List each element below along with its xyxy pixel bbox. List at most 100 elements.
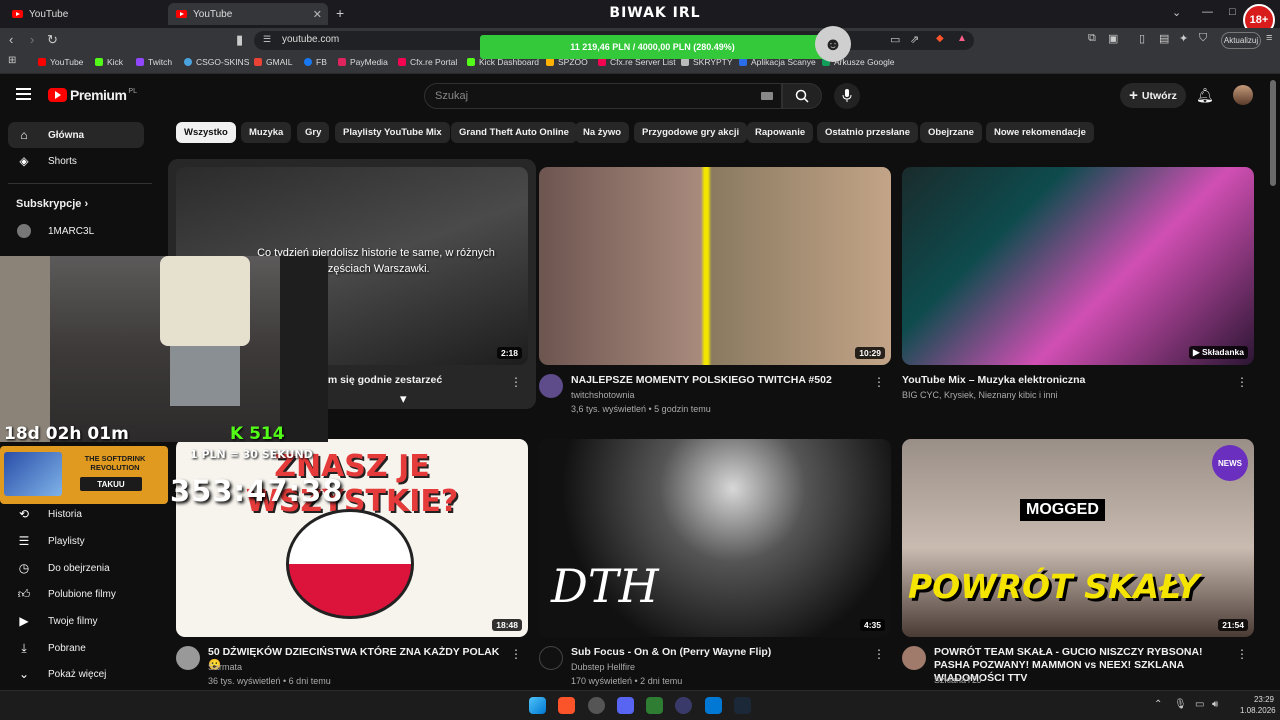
chip-new-recommendations[interactable]: Nowe rekomendacje [986,122,1094,143]
bookmark-paymedia[interactable]: PayMedia [338,57,388,67]
bookmark-kick[interactable]: Kick [95,57,123,67]
sidebar-toggle-icon[interactable]: ▯ [1139,32,1145,45]
search-input[interactable]: Szukaj [424,83,782,109]
extensions-icon[interactable]: ⧉ [1088,32,1096,45]
maximize-icon[interactable]: □ [1229,6,1236,18]
video-thumbnail[interactable]: MOGGED POWRÓT SKAŁY NEWS 21:54 [902,439,1254,637]
channel-avatar[interactable] [539,374,563,398]
chip-youtube-mix[interactable]: Playlisty YouTube Mix [335,122,450,143]
windows-start-icon[interactable] [529,697,546,714]
sidebar-item-playlists[interactable]: ☰ Playlisty [8,528,144,554]
sidebar-item-your-videos[interactable]: ▶ Twoje filmy [8,608,144,634]
create-button[interactable]: + Utwórz [1120,83,1186,108]
sponsor-banner[interactable]: THE SOFTDRINK REVOLUTION TAKUU [0,446,168,504]
channel-name[interactable]: Dubstep Hellfire [571,662,635,672]
sidebar-item-liked[interactable]: 👍︎ Polubione filmy [8,581,144,607]
voice-search-button[interactable] [834,83,860,109]
video-thumbnail[interactable]: ZNASZ JE WSZYSTKIE? 18:48 [176,439,528,637]
sidebar-item-history[interactable]: ⟲ Historia [8,501,144,527]
apps-grid-icon[interactable]: ⊞ [8,55,16,66]
system-clock[interactable]: 23:29 1.08.2026 [1240,694,1276,716]
channel-name[interactable]: twitchshotownia [571,390,635,400]
chip-all[interactable]: Wszystko [176,122,236,143]
video-title[interactable]: 50 DŹWIĘKÓW DZIECIŃSTWA KTÓRE ZNA KAŻDY … [208,646,508,672]
video-thumbnail[interactable]: 10:29 [539,167,891,365]
update-button[interactable]: Aktualizuj [1221,32,1261,49]
vpn-icon[interactable]: ⛉ [1199,32,1207,45]
browser-tab-active[interactable]: YouTube ✕ [168,3,328,25]
sidebar-subscription[interactable]: 1MARC3L [8,218,144,244]
chip-rap[interactable]: Rapowanie [747,122,814,143]
channel-avatar[interactable] [902,646,926,670]
video-thumbnail[interactable]: ▶ Składanka [902,167,1254,365]
account-avatar[interactable] [1233,85,1253,105]
chip-action-adventure[interactable]: Przygodowe gry akcji [634,122,748,143]
more-options-icon[interactable]: ⋮ [1236,375,1248,389]
keyboard-icon[interactable] [761,92,773,100]
sidebar-item-downloads[interactable]: ⤓ Pobrane [8,635,144,661]
new-tab-icon[interactable]: + [336,5,344,21]
more-options-icon[interactable]: ⋮ [873,647,885,661]
app-icon[interactable] [675,697,692,714]
screenshot-icon[interactable]: ▣ [1108,32,1118,45]
sidebar-item-shorts[interactable]: ◈ Shorts [8,148,144,174]
discord-icon[interactable] [617,697,634,714]
sidebar-item-home[interactable]: ⌂ Główna [8,122,144,148]
microphone-icon[interactable]: 🎙︎ [1174,699,1187,710]
speaker-icon[interactable]: 🔊︎ [1212,699,1218,710]
video-title[interactable]: ym się godnie zestarzeć [322,374,502,387]
bookmark-cfx-portal[interactable]: Cfx.re Portal [398,57,457,67]
leo-icon[interactable]: ✦ [1179,32,1188,45]
display-icon[interactable]: ▭ [1195,699,1204,710]
cast-icon[interactable]: ▭ [890,33,900,46]
steam-icon[interactable] [734,697,751,714]
video-title[interactable]: NAJLEPSZE MOMENTY POLSKIEGO TWITCHA #502 [571,374,871,387]
chip-watched[interactable]: Obejrzane [920,122,982,143]
bookmark-icon[interactable]: ▮ [236,32,243,48]
forward-icon[interactable]: › [30,32,34,47]
chip-live[interactable]: Na żywo [575,122,630,143]
browser-tab[interactable]: YouTube [4,3,164,25]
reload-icon[interactable]: ↻ [47,32,58,48]
chip-recently-uploaded[interactable]: Ostatnio przesłane [817,122,918,143]
chip-music[interactable]: Muzyka [241,122,292,143]
more-options-icon[interactable]: ⋮ [873,375,885,389]
video-thumbnail[interactable]: DTH 4:35 [539,439,891,637]
rewards-icon[interactable]: ▲ [957,33,967,44]
bookmark-fb[interactable]: FB [304,57,327,67]
more-options-icon[interactable]: ⋮ [1236,647,1248,661]
tab-search-icon[interactable]: ⌄ [1172,6,1181,19]
minimize-icon[interactable]: — [1202,6,1213,18]
menu-icon[interactable]: ≡ [1266,32,1272,44]
chip-gta-online[interactable]: Grand Theft Auto Online [451,122,577,143]
obs-icon[interactable] [588,697,605,714]
menu-hamburger-icon[interactable] [16,88,31,103]
channel-name[interactable]: SzklanaY2J [934,675,982,685]
subscriptions-header[interactable]: Subskrypcje › [16,198,88,210]
channel-name[interactable]: Sarmata [208,662,242,672]
bookmark-csgo-skins[interactable]: CSGO-SKINS [184,57,249,67]
bookmark-twitch[interactable]: Twitch [136,57,172,67]
share-icon[interactable]: ⇗ [910,33,919,46]
sponsor-button[interactable]: TAKUU [80,477,142,491]
close-tab-icon[interactable]: ✕ [313,8,322,21]
wallet-icon[interactable]: ▤ [1159,32,1169,45]
video-title[interactable]: YouTube Mix – Muzyka elektroniczna [902,374,1202,387]
brave-browser-icon[interactable] [558,697,575,714]
tray-chevron-icon[interactable]: ⌃ [1154,699,1162,710]
video-title[interactable]: Sub Focus - On & On (Perry Wayne Flip) [571,646,871,659]
back-icon[interactable]: ‹ [9,32,13,47]
site-info-icon[interactable]: ☰ [263,34,271,45]
youtube-logo[interactable]: Premium PL [48,87,137,103]
bookmark-youtube[interactable]: YouTube [38,57,83,67]
page-scrollbar[interactable] [1270,80,1276,186]
more-options-icon[interactable]: ⋮ [510,375,522,389]
channel-avatar[interactable] [176,646,200,670]
vscode-icon[interactable] [705,697,722,714]
sidebar-item-show-more[interactable]: ⌄ Pokaż więcej [8,661,144,687]
brave-shields-icon[interactable]: ◆ [936,33,944,44]
excel-icon[interactable] [646,697,663,714]
bookmark-gmail[interactable]: GMAIL [254,57,292,67]
more-options-icon[interactable]: ⋮ [510,647,522,661]
channel-avatar[interactable] [539,646,563,670]
